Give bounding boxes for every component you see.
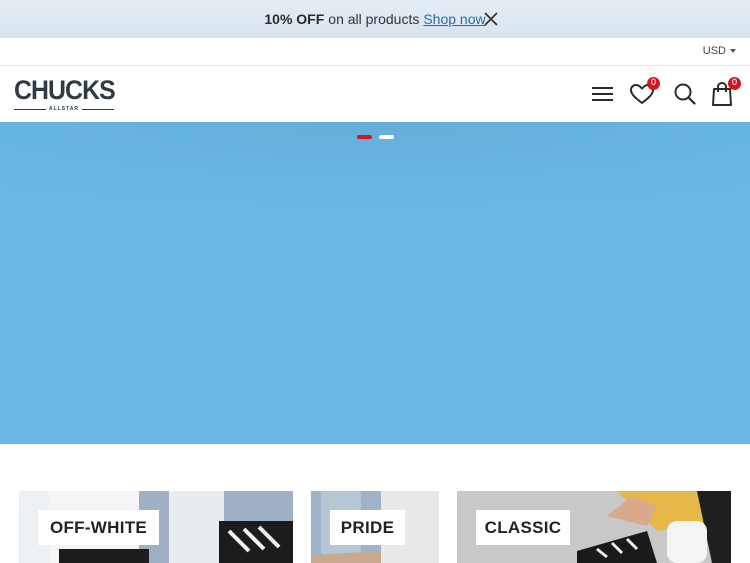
promo-discount-text: 10% OFF [264, 11, 325, 27]
cart-button[interactable]: 0 [709, 77, 741, 108]
hamburger-menu-icon[interactable] [589, 80, 617, 108]
slider-pagination [357, 135, 394, 139]
cart-count-badge: 0 [728, 77, 741, 90]
slider-dot[interactable] [379, 135, 394, 139]
wishlist-count-badge: 0 [647, 77, 660, 90]
slider-dot-active[interactable] [357, 135, 372, 139]
logo-rule-left [14, 108, 47, 110]
close-icon[interactable] [483, 11, 499, 27]
category-tile-classic[interactable]: CLASSIC [457, 491, 731, 563]
category-tile-pride[interactable]: PRIDE [311, 491, 439, 563]
shop-now-link[interactable]: Shop now [423, 11, 485, 27]
category-tile-off-white[interactable]: OFF-WHITE [19, 491, 293, 563]
category-label: OFF-WHITE [38, 510, 159, 545]
logo-subtext: ALLSTAR [49, 106, 79, 112]
logo-wordmark: CHUCKS [14, 75, 116, 105]
promo-description: on all products [328, 11, 420, 27]
topbar: USD [0, 38, 750, 66]
hero-slider[interactable] [0, 122, 750, 444]
logo-rule-right [81, 108, 114, 110]
currency-selector[interactable]: USD [703, 45, 736, 57]
caret-down-icon [730, 49, 736, 53]
search-icon[interactable] [671, 80, 699, 108]
site-header: CHUCKS ALLSTAR 0 0 [0, 66, 750, 122]
logo-sub: ALLSTAR [14, 105, 114, 113]
wishlist-button[interactable]: 0 [628, 77, 660, 108]
logo[interactable]: CHUCKS ALLSTAR [14, 75, 116, 113]
category-label: CLASSIC [476, 510, 570, 545]
category-label: PRIDE [330, 510, 405, 545]
currency-value: USD [702, 45, 726, 57]
promo-bar: 10% OFF on all products Shop now [0, 0, 750, 38]
